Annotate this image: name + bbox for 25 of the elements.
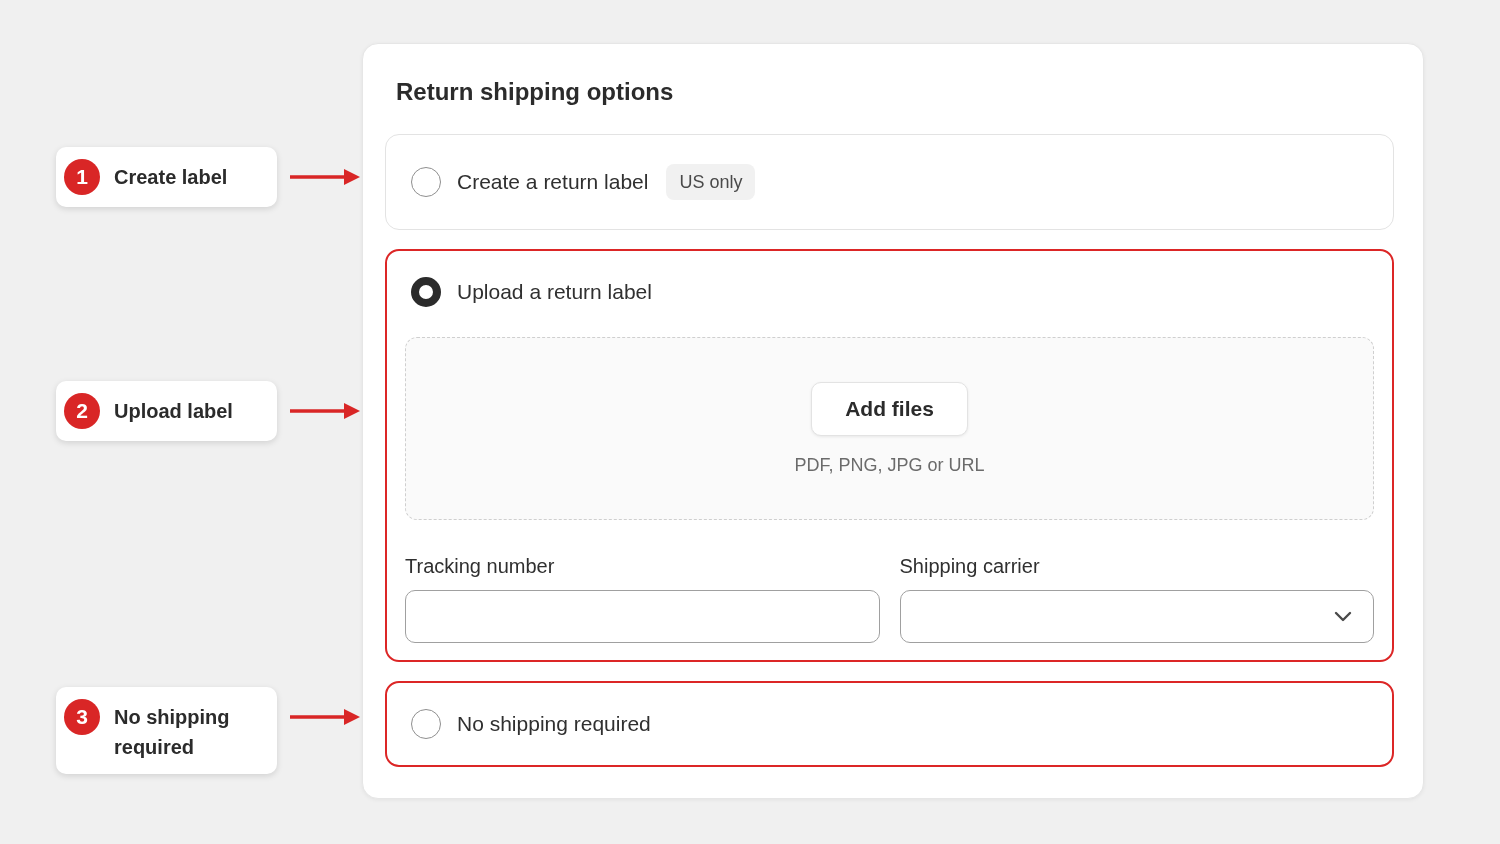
radio-button[interactable] bbox=[411, 277, 441, 307]
step-number: 3 bbox=[64, 699, 100, 735]
radio-button[interactable] bbox=[411, 167, 441, 197]
file-type-hint: PDF, PNG, JPG or URL bbox=[794, 453, 985, 476]
field-label: Shipping carrier bbox=[899, 554, 1041, 578]
arrow-icon bbox=[290, 709, 360, 725]
add-files-button[interactable]: Add files bbox=[811, 381, 968, 436]
callout-label: Upload label bbox=[114, 399, 233, 424]
option-label: Create a return label bbox=[457, 170, 649, 194]
radio-button[interactable] bbox=[411, 709, 441, 739]
arrow-icon bbox=[290, 169, 360, 185]
option-label: Upload a return label bbox=[457, 280, 652, 304]
availability-tag: US only bbox=[666, 164, 756, 200]
text-input-field[interactable] bbox=[405, 590, 880, 643]
file-drop-zone[interactable]: Add files PDF, PNG, JPG or URL bbox=[405, 337, 1374, 520]
callout-label: Create label bbox=[114, 165, 228, 190]
option-label: No shipping required bbox=[457, 712, 651, 736]
step-number: 2 bbox=[64, 393, 100, 429]
field-label: Tracking number bbox=[405, 554, 556, 578]
arrow-icon bbox=[290, 403, 360, 419]
panel-title: Return shipping options bbox=[396, 77, 675, 107]
chevron-down-icon bbox=[1334, 611, 1352, 622]
callout-label: No shipping required bbox=[114, 705, 231, 760]
dropdown-field[interactable] bbox=[899, 590, 1374, 643]
step-number: 1 bbox=[64, 159, 100, 195]
